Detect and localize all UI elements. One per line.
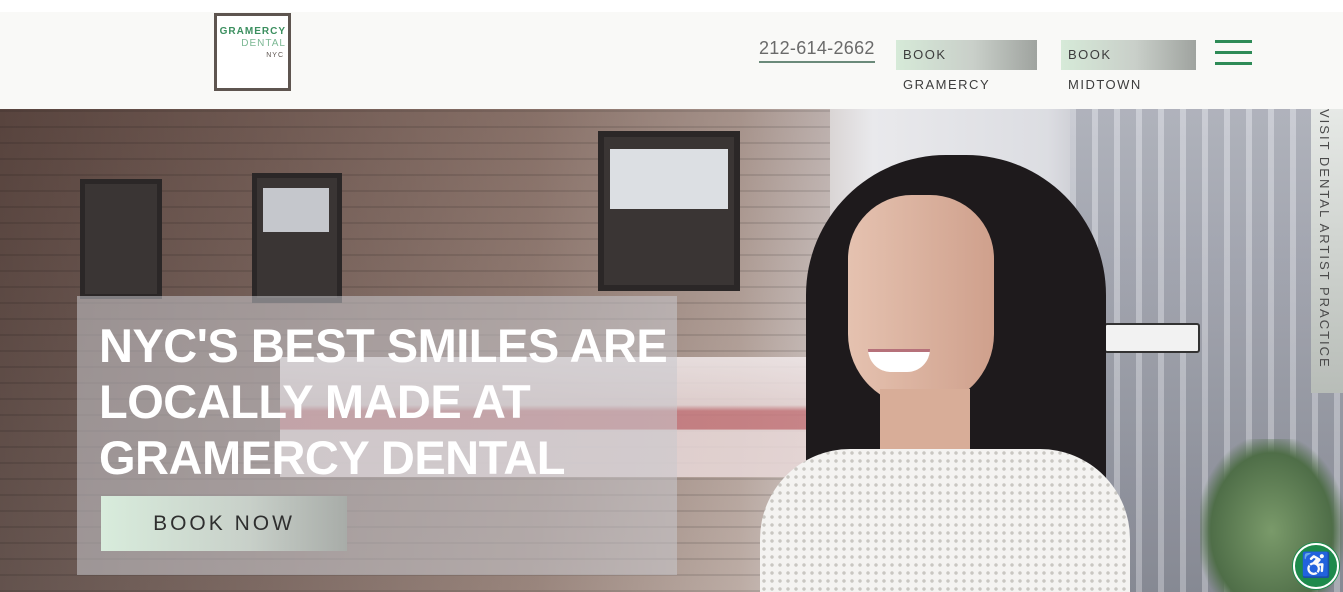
menu-bar-middle: [1215, 51, 1252, 54]
hamburger-menu-icon[interactable]: [1215, 40, 1252, 66]
woman-dress: [760, 449, 1130, 592]
one-way-sign: [1104, 323, 1200, 353]
accessibility-icon[interactable]: ♿: [1293, 543, 1339, 589]
site-header: GRAMERCY DENTAL NYC 212-614-2662 BOOK GR…: [0, 0, 1343, 109]
header-top-band: [0, 0, 1343, 12]
woman-face: [848, 195, 994, 407]
menu-bar-bottom: [1215, 62, 1252, 65]
logo-line-dental: DENTAL: [241, 38, 286, 49]
building-window: [252, 173, 342, 303]
phone-link[interactable]: 212-614-2662: [759, 38, 875, 63]
gramercy-dental-logo[interactable]: GRAMERCY DENTAL NYC: [214, 13, 291, 91]
visit-practice-tab[interactable]: VISIT DENTAL ARTIST PRACTICE: [1311, 109, 1343, 393]
logo-line-nyc: NYC: [266, 52, 284, 59]
book-gramercy-button[interactable]: BOOK GRAMERCY: [896, 40, 1037, 92]
book-now-button[interactable]: BOOK NOW: [101, 496, 347, 551]
building-window: [80, 179, 162, 299]
visit-practice-label: VISIT DENTAL ARTIST PRACTICE: [1317, 109, 1332, 369]
book-midtown-button[interactable]: BOOK MIDTOWN: [1061, 40, 1196, 92]
building-window: [598, 131, 740, 291]
menu-bar-top: [1215, 40, 1252, 43]
logo-line-gramercy: GRAMERCY: [219, 26, 286, 37]
hero-title: NYC'S BEST SMILES ARE LOCALLY MADE AT GR…: [99, 319, 668, 484]
